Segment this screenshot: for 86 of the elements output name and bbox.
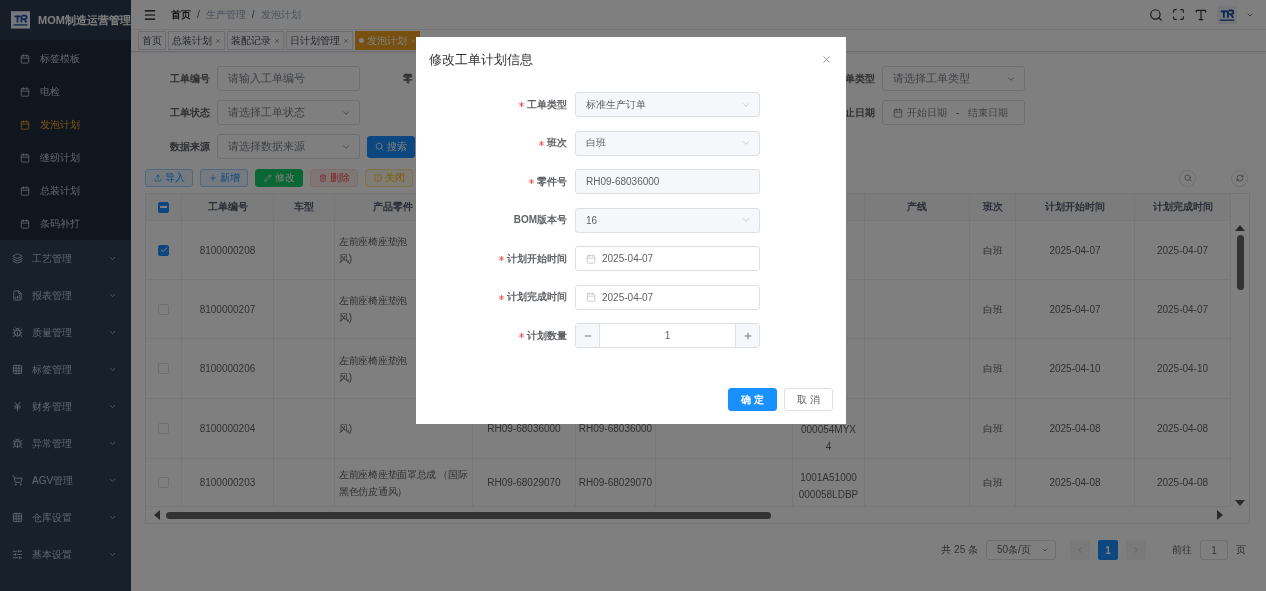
sidebar-item[interactable]: 总装计划 [0,174,131,207]
breadcrumb-separator: / [197,9,200,20]
sidebar-item[interactable]: 条码补打 [0,207,131,240]
table-cell-text: 左前座椅座垫泡 风) [339,353,407,385]
table-cell-text: 2025-04-07 [1049,302,1101,317]
column-header: 产线 [907,200,927,214]
breadcrumb-separator: / [251,9,255,20]
table-cell-text: RH09-68029070 [487,476,561,490]
field-label: 单类型 [844,71,875,86]
column-header: 计划开始时间 [1045,200,1105,214]
sidebar-item[interactable]: 标签模板 [0,42,131,75]
table-cell-text: 8100000204 [199,422,256,436]
field-label: 零 [403,71,413,86]
column-header: 工单编号 [207,200,248,214]
tab[interactable]: 装配记录 [227,31,284,50]
table-cell-text: RH09-68036000 [487,422,561,436]
table-cell-text: 风) [339,422,352,436]
field-label: 零件号 [537,174,567,189]
tab[interactable]: 总装计划 [168,31,225,50]
table-cell-text: 2025-04-10 [1049,362,1101,376]
select-field[interactable]: 白班 [575,130,760,156]
date-field[interactable]: 2025-04-07 [575,246,760,271]
tab[interactable]: 首页 [138,31,166,50]
table-cell-text: 2025-04-08 [1049,422,1101,436]
total-count: 共 25 条 [941,543,978,557]
date-field[interactable]: 2025-04-07 [575,284,760,310]
table-cell-text: RH09-68036000 [578,422,653,436]
number-field[interactable]: 1 [575,323,760,348]
page-suffix: 页 [1236,543,1246,557]
field-label: 工单状态 [169,105,210,120]
jump-label: 前往 [1172,543,1192,557]
column-header: 产品零件 [373,200,413,214]
tab[interactable]: 发泡计划 [355,31,420,50]
edit-button[interactable]: 修改 [255,169,303,187]
table-cell-text: 1001A51000 000058LDBP [798,471,859,502]
table-cell-text: 白班 [982,302,1003,317]
table-cell-text: 左前座椅座垫泡 风) [339,235,407,266]
table-cell-text: 白班 [982,422,1003,436]
sidebar-item[interactable]: 发泡计划 [0,108,131,141]
page-button[interactable]: 1 [1098,540,1118,560]
table-cell-text: 左前座椅座垫面罩总成 （国际 黑色仿皮通风） [339,467,468,499]
table-cell-text: RH09-68029070 [578,476,653,490]
app-title: MOM制造运营管理 [38,12,131,28]
page-input[interactable]: 1 [1200,540,1228,560]
column-header: 计划完成时间 [1152,200,1213,214]
table-cell-text: 2025-04-08 [1156,476,1209,490]
select-field[interactable]: 标准生产订单 [575,92,760,117]
table-cell-text: 白班 [982,243,1003,258]
table-cell-text: 左前座椅座垫泡 风) [339,294,407,325]
field-label: 计划完成时间 [507,290,567,304]
delete-button[interactable]: 删除 [310,169,358,187]
tab[interactable]: 日计划管理 [286,31,353,50]
select-field[interactable]: 16 [575,207,760,233]
sidebar-item[interactable]: 电检 [0,75,131,108]
field-label: 数据来源 [169,139,210,154]
table-cell-text: 2025-04-07 [1156,243,1209,258]
column-header: 班次 [982,200,1003,214]
table-cell-text: 8100000207 [199,302,256,317]
table-cell-text: 8100000203 [199,476,256,490]
field-label: BOM版本号 [513,213,567,227]
import-button[interactable]: 导入 [145,169,193,187]
table-cell-text: 白班 [982,362,1003,376]
table-cell-text: 2025-04-08 [1156,422,1209,436]
table-cell-text: 2025-04-08 [1049,476,1101,490]
input-field: RH09-68036000 [575,169,760,194]
field-label: 计划数量 [527,328,567,343]
table-cell-text: 000054MYX 4 [800,423,856,454]
add-button[interactable]: 新增 [200,169,248,187]
table-cell-text: 2025-04-07 [1049,243,1101,258]
table-cell-text: 白班 [982,476,1003,490]
field-label: 止日期 [844,105,875,120]
cancel-button[interactable]: 取 消 [784,388,833,411]
table-cell-text: 8100000206 [199,362,256,376]
field-label: 计划开始时间 [507,251,567,266]
confirm-button[interactable]: 确 定 [728,388,777,411]
table-cell-text: 2025-04-07 [1156,302,1209,317]
page-size-select[interactable]: 50条/页 [986,540,1056,560]
breadcrumb-item[interactable]: 首页 [171,7,191,22]
column-header: 车型 [294,200,314,214]
table-cell-text: 2025-04-10 [1156,362,1209,376]
field-label: 工单编号 [169,71,210,86]
table-cell-text: 8100000208 [199,243,256,258]
dialog-title: 修改工单计划信息 [429,50,533,69]
search-button[interactable]: 搜索 [367,135,415,158]
field-label: 班次 [547,136,567,150]
field-label: 工单类型 [527,97,567,112]
